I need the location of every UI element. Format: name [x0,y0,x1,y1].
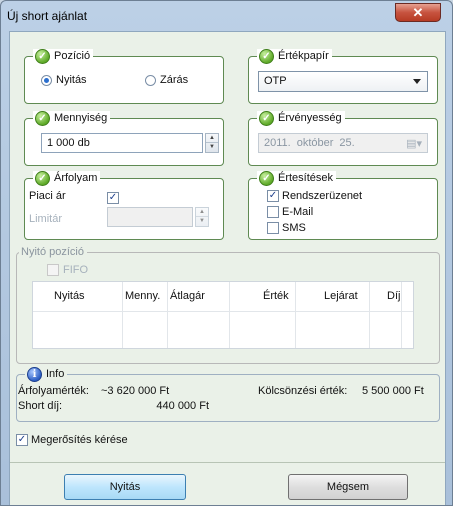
mennyiseg-group: ✓ Mennyiség 1 000 db ▲ ▼ [24,110,224,166]
radio-nyitas[interactable]: Nyitás [41,74,87,86]
ertesitesek-label: Értesítések [278,172,334,184]
ertekpapir-select[interactable]: OTP [258,71,428,92]
limitar-input[interactable] [107,207,193,227]
notify-sms[interactable]: SMS [267,222,306,234]
radio-zaras[interactable]: Zárás [145,74,188,86]
spin-up-icon[interactable]: ▲ [206,134,218,143]
column-divider [167,282,168,348]
col-ertek[interactable]: Érték [263,282,289,311]
kolcsonzesi-value: 5 500 000 Ft [362,385,424,397]
header-divider [33,311,413,312]
arfolyamertek-label: Árfolyamérték: [18,385,89,397]
pozicio-group: ✓ Pozíció Nyitás Zárás [24,48,224,104]
check-icon: ✓ [35,170,50,186]
dialog-body: ✓ Pozíció Nyitás Zárás ✓ Értékpapír OTP ✓ M… [9,31,446,505]
ertekpapir-label: Értékpapír [278,50,329,62]
info-icon: i [27,366,42,382]
column-divider [122,282,123,348]
close-button[interactable]: ✕ [395,3,441,22]
close-icon: ✕ [412,5,424,20]
radio-zaras-label: Zárás [160,74,189,86]
spin-up-icon[interactable]: ▲ [196,208,208,217]
mennyiseg-spinner[interactable]: ▲ ▼ [205,133,219,153]
piaci-ar-checkbox[interactable]: ✓ [107,192,119,204]
short-dij-label: Short díj: [18,400,63,412]
megerosites-label: Megerősítés kérése [31,434,128,446]
pozicio-label: Pozíció [54,50,91,62]
mennyiseg-input[interactable]: 1 000 db [41,133,203,153]
nyito-pozicio-table[interactable]: Nyitás Menny. Átlagár Érték Lejárat Díj [32,281,414,349]
notify-rendszeruzenet[interactable]: ✓ Rendszerüzenet [267,190,362,202]
ertekpapir-group: ✓ Értékpapír OTP [248,48,438,104]
dialog-window: Új short ajánlat ✕ ✓ Pozíció Nyitás Zárás… [0,0,453,506]
col-nyitas[interactable]: Nyitás [54,282,85,311]
footer-divider [10,462,445,463]
limitar-label: Limitár [29,213,63,225]
arfolyam-label: Árfolyam [54,172,98,184]
check-icon: ✓ [259,48,274,64]
megerosites-option[interactable]: ✓ Megerősítés kérése [16,434,128,446]
arfolyamertek-value: ~3 620 000 Ft [101,385,170,397]
sms-label: SMS [282,222,306,234]
nyito-pozicio-label: Nyitó pozíció [21,246,84,258]
megerosites-checkbox[interactable]: ✓ [16,434,28,446]
fifo-option[interactable]: FIFO [47,264,88,276]
sms-checkbox[interactable] [267,222,279,234]
column-divider [229,282,230,348]
cancel-button[interactable]: Mégsem [288,474,408,500]
radio-nyitas-label: Nyitás [56,74,87,86]
ervenyesseg-date-picker[interactable]: 2011. október 25. ▤▾ [258,133,428,153]
email-checkbox[interactable] [267,206,279,218]
calendar-icon[interactable]: ▤▾ [406,137,422,150]
arfolyam-group: ✓ Árfolyam Piaci ár ✓ Limitár ▲ ▼ [24,170,224,240]
piaci-ar-label: Piaci ár [29,190,66,202]
column-divider [295,282,296,348]
check-icon: ✓ [35,48,50,64]
notify-email[interactable]: E-Mail [267,206,313,218]
column-divider [401,282,402,348]
column-divider [369,282,370,348]
dropdown-arrow-icon[interactable] [413,79,421,84]
col-menny[interactable]: Menny. [125,282,160,311]
col-dij[interactable]: Díj [387,282,400,311]
check-icon: ✓ [259,110,274,126]
fifo-label: FIFO [63,264,89,276]
limitar-spinner[interactable]: ▲ ▼ [195,207,209,227]
window-title: Új short ajánlat [7,9,88,23]
mennyiseg-label: Mennyiség [54,112,108,124]
ertekpapir-value: OTP [264,75,287,87]
check-icon: ✓ [259,170,274,186]
rendszeruzenet-checkbox[interactable]: ✓ [267,190,279,202]
radio-zaras-indicator[interactable] [145,74,156,86]
col-atlagar[interactable]: Átlagár [170,282,205,311]
spin-down-icon[interactable]: ▼ [196,217,208,226]
fifo-checkbox[interactable] [47,264,59,276]
rendszeruzenet-label: Rendszerüzenet [282,190,363,202]
info-group: i Info Árfolyamérték: ~3 620 000 Ft Short… [16,366,440,422]
email-label: E-Mail [282,206,314,218]
title-bar[interactable]: Új short ajánlat ✕ [1,1,452,31]
ervenyesseg-group: ✓ Érvényesség 2011. október 25. ▤▾ [248,110,438,166]
open-button[interactable]: Nyitás [64,474,186,500]
radio-nyitas-indicator[interactable] [41,74,52,86]
check-icon: ✓ [35,110,50,126]
spin-down-icon[interactable]: ▼ [206,143,218,152]
kolcsonzesi-label: Kölcsönzési érték: [258,385,348,397]
col-lejarat[interactable]: Lejárat [324,282,358,311]
date-month: október [296,137,334,149]
date-year: 2011. [264,137,291,149]
info-label: Info [46,368,65,380]
short-dij-value: 440 000 Ft [156,400,209,412]
date-day: 25. [339,137,355,149]
ervenyesseg-label: Érvényesség [278,112,342,124]
ertesitesek-group: ✓ Értesítések ✓ Rendszerüzenet E-Mail SMS [248,170,438,240]
